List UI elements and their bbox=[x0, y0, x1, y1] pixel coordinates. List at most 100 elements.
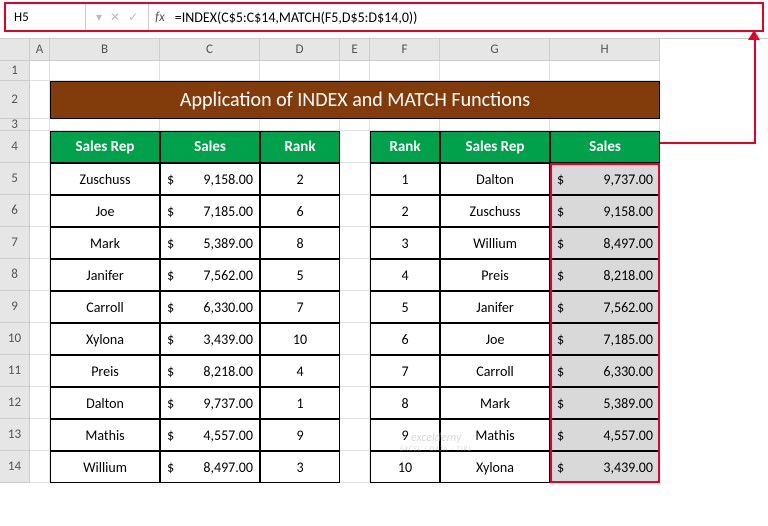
cell-sales-rep[interactable]: Joe bbox=[440, 323, 550, 355]
col-header[interactable]: F bbox=[370, 39, 440, 61]
cell[interactable] bbox=[30, 61, 50, 81]
cell-sales-rep[interactable]: Carroll bbox=[440, 355, 550, 387]
row-header[interactable]: 8 bbox=[0, 259, 30, 291]
cell-sales-rep[interactable]: Xylona bbox=[50, 323, 160, 355]
cell-rank[interactable]: 8 bbox=[260, 227, 340, 259]
cell-sales-rep[interactable]: Dalton bbox=[440, 163, 550, 195]
cell[interactable] bbox=[30, 119, 50, 131]
cell[interactable] bbox=[260, 61, 340, 81]
col-header[interactable]: E bbox=[340, 39, 370, 61]
row-header[interactable]: 2 bbox=[0, 81, 30, 119]
row-header[interactable]: 7 bbox=[0, 227, 30, 259]
cell-sales-rep[interactable]: Zuschuss bbox=[50, 163, 160, 195]
cell[interactable] bbox=[440, 61, 550, 81]
cell[interactable] bbox=[340, 323, 370, 355]
cell-rank[interactable]: 3 bbox=[370, 227, 440, 259]
header-sales[interactable]: Sales bbox=[160, 131, 260, 163]
cell-sales-rep[interactable]: Preis bbox=[50, 355, 160, 387]
cell-sales[interactable]: $8,497.00 bbox=[550, 227, 660, 259]
cell-rank[interactable]: 2 bbox=[370, 195, 440, 227]
cell-sales-rep[interactable]: Carroll bbox=[50, 291, 160, 323]
cell[interactable] bbox=[30, 81, 50, 119]
row-header[interactable]: 3 bbox=[0, 119, 30, 131]
cell-rank[interactable]: 1 bbox=[260, 387, 340, 419]
cell[interactable] bbox=[340, 451, 370, 483]
cell-rank[interactable]: 8 bbox=[370, 387, 440, 419]
cell-rank[interactable]: 10 bbox=[260, 323, 340, 355]
cell-sales[interactable]: $4,557.00 bbox=[160, 419, 260, 451]
cell-sales[interactable]: $9,737.00 bbox=[160, 387, 260, 419]
cancel-icon[interactable]: ✕ bbox=[110, 10, 120, 25]
row-header[interactable]: 12 bbox=[0, 387, 30, 419]
cell-sales-rep[interactable]: Willium bbox=[440, 227, 550, 259]
header-rank[interactable]: Rank bbox=[260, 131, 340, 163]
header-sales-rep[interactable]: Sales Rep bbox=[440, 131, 550, 163]
cell-rank[interactable]: 4 bbox=[370, 259, 440, 291]
cell[interactable] bbox=[340, 291, 370, 323]
cell[interactable] bbox=[340, 119, 370, 131]
cell[interactable] bbox=[30, 195, 50, 227]
cell-sales-rep[interactable]: Dalton bbox=[50, 387, 160, 419]
cell[interactable] bbox=[30, 387, 50, 419]
cell[interactable] bbox=[30, 419, 50, 451]
cell-rank[interactable]: 7 bbox=[260, 291, 340, 323]
cell-sales[interactable]: $4,557.00 bbox=[550, 419, 660, 451]
cell-sales[interactable]: $3,439.00 bbox=[550, 451, 660, 483]
cell[interactable] bbox=[30, 131, 50, 163]
cell-rank[interactable]: 3 bbox=[260, 451, 340, 483]
cell-sales-rep[interactable]: Mark bbox=[440, 387, 550, 419]
col-header[interactable]: H bbox=[550, 39, 660, 61]
cell[interactable] bbox=[50, 61, 160, 81]
dropdown-icon[interactable]: ▾ bbox=[96, 10, 102, 25]
cell[interactable] bbox=[440, 119, 550, 131]
formula-input[interactable] bbox=[171, 9, 762, 26]
cell[interactable] bbox=[30, 291, 50, 323]
cell-rank[interactable]: 6 bbox=[370, 323, 440, 355]
cell[interactable] bbox=[340, 61, 370, 81]
cell[interactable] bbox=[550, 61, 660, 81]
cell[interactable] bbox=[340, 131, 370, 163]
cell-sales[interactable]: $9,158.00 bbox=[160, 163, 260, 195]
cell[interactable] bbox=[30, 227, 50, 259]
row-header[interactable]: 9 bbox=[0, 291, 30, 323]
cell-sales-rep[interactable]: Preis bbox=[440, 259, 550, 291]
cell[interactable] bbox=[550, 119, 660, 131]
col-header[interactable]: A bbox=[30, 39, 50, 61]
confirm-icon[interactable]: ✓ bbox=[128, 10, 138, 25]
cell[interactable] bbox=[30, 355, 50, 387]
row-header[interactable]: 13 bbox=[0, 419, 30, 451]
header-sales[interactable]: Sales bbox=[550, 131, 660, 163]
row-header[interactable]: 11 bbox=[0, 355, 30, 387]
cell-rank[interactable]: 5 bbox=[260, 259, 340, 291]
cell[interactable] bbox=[160, 119, 260, 131]
cell-sales-rep[interactable]: Mathis bbox=[440, 419, 550, 451]
cell-rank[interactable]: 4 bbox=[260, 355, 340, 387]
cell-rank[interactable]: 7 bbox=[370, 355, 440, 387]
cell-sales[interactable]: $8,218.00 bbox=[160, 355, 260, 387]
cell-sales-rep[interactable]: Zuschuss bbox=[440, 195, 550, 227]
name-box[interactable]: H5 bbox=[6, 4, 86, 30]
cell[interactable] bbox=[30, 163, 50, 195]
cell-sales[interactable]: $7,562.00 bbox=[550, 291, 660, 323]
col-header[interactable]: B bbox=[50, 39, 160, 61]
col-header[interactable]: C bbox=[160, 39, 260, 61]
cell-sales-rep[interactable]: Mathis bbox=[50, 419, 160, 451]
sheet-cells[interactable]: Application of INDEX and MATCH Functions… bbox=[30, 61, 660, 483]
row-header[interactable]: 10 bbox=[0, 323, 30, 355]
cell[interactable] bbox=[160, 61, 260, 81]
cell-sales[interactable]: $9,737.00 bbox=[550, 163, 660, 195]
row-header[interactable]: 14 bbox=[0, 451, 30, 483]
select-all-corner[interactable] bbox=[0, 39, 30, 61]
cell-rank[interactable]: 1 bbox=[370, 163, 440, 195]
cell-sales-rep[interactable]: Xylona bbox=[440, 451, 550, 483]
cell[interactable] bbox=[30, 259, 50, 291]
row-header[interactable]: 1 bbox=[0, 61, 30, 81]
cell[interactable] bbox=[340, 259, 370, 291]
cell-sales-rep[interactable]: Willium bbox=[50, 451, 160, 483]
cell[interactable] bbox=[370, 119, 440, 131]
row-header[interactable]: 4 bbox=[0, 131, 30, 163]
cell-rank[interactable]: 6 bbox=[260, 195, 340, 227]
cell-sales[interactable]: $9,158.00 bbox=[550, 195, 660, 227]
cell-sales[interactable]: $6,330.00 bbox=[160, 291, 260, 323]
cell-sales[interactable]: $7,185.00 bbox=[160, 195, 260, 227]
